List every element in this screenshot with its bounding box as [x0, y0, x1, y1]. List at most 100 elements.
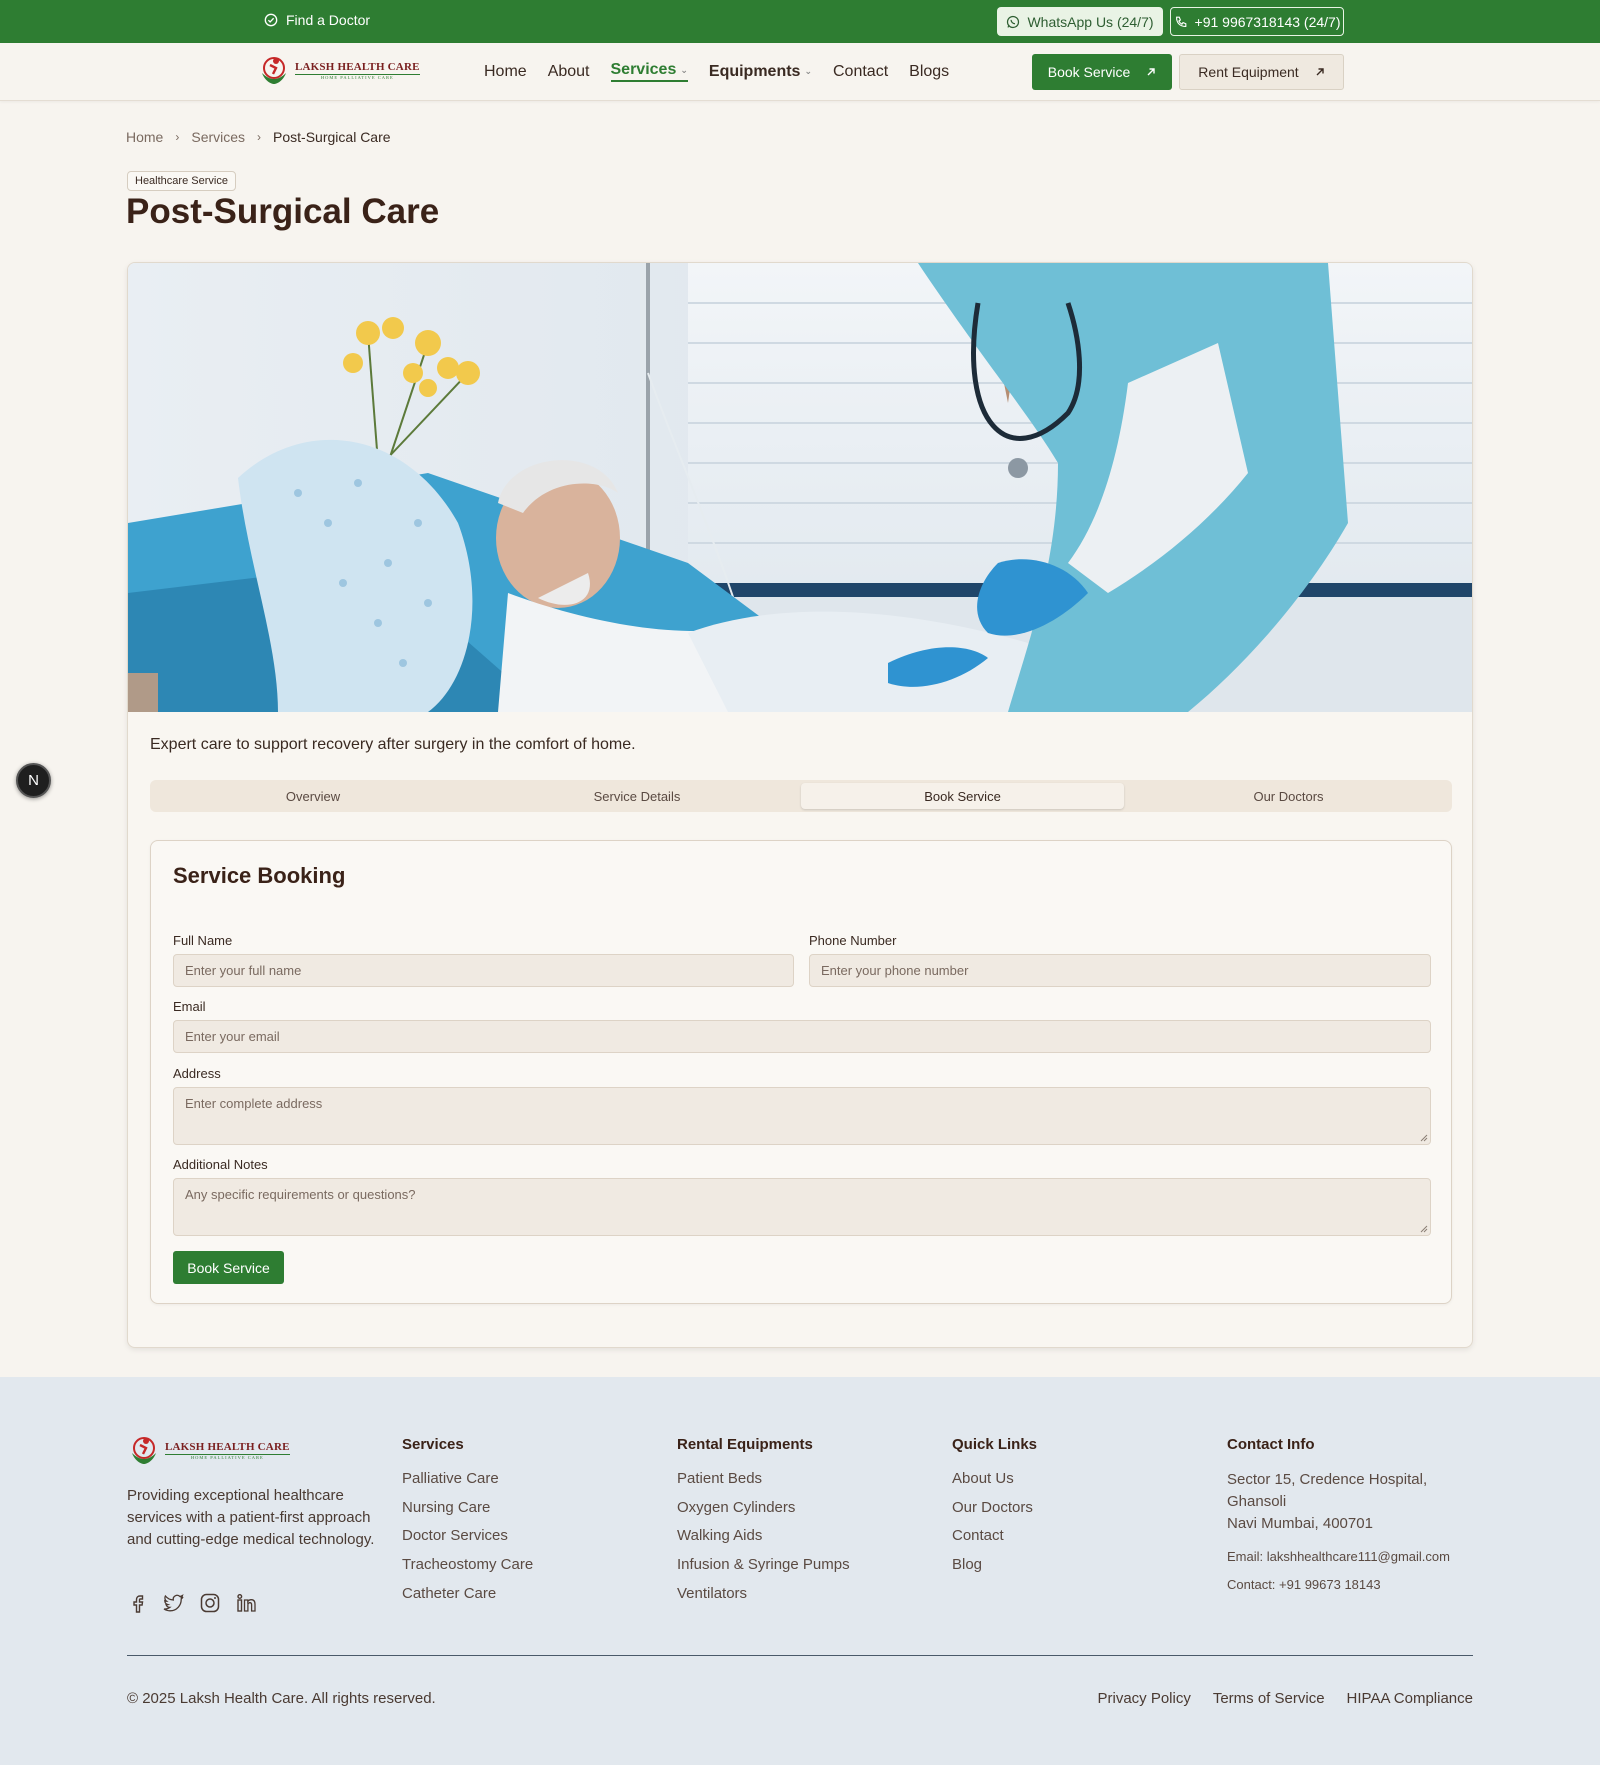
footer-link[interactable]: Oxygen Cylinders	[677, 1499, 850, 1528]
full-name-input[interactable]: Enter your full name	[173, 954, 794, 987]
nav-blogs[interactable]: Blogs	[909, 61, 949, 82]
notes-textarea[interactable]: Any specific requirements or questions?	[173, 1178, 1431, 1236]
hero-illustration	[128, 263, 1472, 712]
footer-divider	[127, 1655, 1473, 1656]
booking-form: Service Booking Full Name Enter your ful…	[150, 840, 1452, 1304]
facebook-icon[interactable]	[127, 1592, 149, 1614]
footer-link[interactable]: Patient Beds	[677, 1470, 850, 1499]
hero-image	[128, 263, 1472, 712]
footer-link[interactable]: Our Doctors	[952, 1499, 1033, 1528]
footer-rental-list: Patient Beds Oxygen Cylinders Walking Ai…	[677, 1470, 850, 1613]
nav-about[interactable]: About	[548, 61, 590, 82]
nav-services[interactable]: Services ⌄	[610, 61, 688, 82]
twitter-icon[interactable]	[163, 1592, 185, 1614]
footer-quick-links-title: Quick Links	[952, 1436, 1038, 1453]
submit-booking-button[interactable]: Book Service	[173, 1251, 284, 1284]
book-service-label: Book Service	[1047, 64, 1131, 80]
full-name-label: Full Name	[173, 933, 233, 948]
service-card: Expert care to support recovery after su…	[127, 262, 1473, 1348]
chevron-down-icon: ⌄	[680, 64, 688, 75]
brand-logo[interactable]: LAKSH HEALTH CARE HOME PALLIATIVE CARE	[257, 53, 420, 87]
footer-link[interactable]: About Us	[952, 1470, 1033, 1499]
footer-link[interactable]: Tracheostomy Care	[402, 1556, 533, 1585]
whatsapp-label: WhatsApp Us (24/7)	[1027, 13, 1154, 30]
check-circle-icon	[264, 13, 278, 27]
resize-handle-icon[interactable]	[1420, 1134, 1428, 1142]
tab-overview[interactable]: Overview	[153, 783, 473, 809]
breadcrumb-current: Post-Surgical Care	[273, 129, 391, 145]
chevron-right-icon: ›	[257, 130, 262, 144]
hipaa-compliance-link[interactable]: HIPAA Compliance	[1347, 1690, 1473, 1707]
service-intro: Expert care to support recovery after su…	[150, 736, 636, 753]
address-line-1: Sector 15, Credence Hospital, Ghansoli	[1227, 1471, 1428, 1510]
rent-equipment-label: Rent Equipment	[1198, 64, 1299, 80]
notes-label: Additional Notes	[173, 1157, 268, 1172]
nav-home[interactable]: Home	[484, 61, 527, 82]
linkedin-icon[interactable]	[235, 1592, 257, 1614]
whatsapp-icon	[1007, 15, 1020, 28]
contact-address: Sector 15, Credence Hospital, Ghansoli N…	[1227, 1469, 1457, 1535]
breadcrumb-home[interactable]: Home	[126, 129, 163, 145]
resize-handle-icon[interactable]	[1420, 1225, 1428, 1233]
brand-tagline: HOME PALLIATIVE CARE	[295, 73, 420, 80]
address-textarea[interactable]: Enter complete address	[173, 1087, 1431, 1145]
breadcrumb: Home › Services › Post-Surgical Care	[126, 129, 391, 145]
footer-link[interactable]: Infusion & Syringe Pumps	[677, 1556, 850, 1585]
footer: LAKSH HEALTH CARE HOME PALLIATIVE CARE P…	[0, 1377, 1600, 1765]
phone-number-input[interactable]: Enter your phone number	[809, 954, 1431, 987]
terms-of-service-link[interactable]: Terms of Service	[1213, 1690, 1325, 1707]
address-placeholder: Enter complete address	[185, 1096, 323, 1111]
whatsapp-button[interactable]: WhatsApp Us (24/7)	[997, 7, 1163, 36]
brand-name: LAKSH HEALTH CARE	[165, 1440, 290, 1453]
footer-link[interactable]: Blog	[952, 1556, 1033, 1585]
phone-button[interactable]: +91 9967318143 (24/7)	[1170, 7, 1344, 36]
tab-book-service[interactable]: Book Service	[801, 783, 1124, 809]
footer-logo[interactable]: LAKSH HEALTH CARE HOME PALLIATIVE CARE	[127, 1433, 290, 1467]
footer-services-list: Palliative Care Nursing Care Doctor Serv…	[402, 1470, 533, 1613]
brand-tagline: HOME PALLIATIVE CARE	[165, 1453, 290, 1460]
address-label: Address	[173, 1066, 221, 1081]
form-title: Service Booking	[173, 863, 346, 888]
logo-mark-icon	[262, 57, 286, 84]
footer-link[interactable]: Nursing Care	[402, 1499, 533, 1528]
footer-rental-title: Rental Equipments	[677, 1436, 813, 1453]
chevron-down-icon: ⌄	[804, 66, 812, 76]
phone-number-label: Phone Number	[809, 933, 897, 948]
service-tabs: Overview Service Details Book Service Ou…	[150, 780, 1452, 812]
legal-links: Privacy Policy Terms of Service HIPAA Co…	[1097, 1690, 1473, 1707]
find-doctor-link[interactable]: Find a Doctor	[264, 12, 370, 28]
instagram-icon[interactable]	[199, 1592, 221, 1614]
nav-equipments[interactable]: Equipments ⌄	[709, 61, 812, 82]
nav-contact[interactable]: Contact	[833, 61, 888, 82]
contact-phone[interactable]: Contact: +91 99673 18143	[1227, 1577, 1381, 1592]
footer-link[interactable]: Doctor Services	[402, 1527, 533, 1556]
nav-services-label: Services	[610, 61, 677, 78]
notes-placeholder: Any specific requirements or questions?	[185, 1187, 416, 1202]
footer-quick-links-list: About Us Our Doctors Contact Blog	[952, 1470, 1033, 1585]
footer-description: Providing exceptional healthcare service…	[127, 1487, 375, 1548]
footer-link[interactable]: Walking Aids	[677, 1527, 850, 1556]
footer-link[interactable]: Catheter Care	[402, 1585, 533, 1614]
find-doctor-label: Find a Doctor	[286, 12, 371, 28]
book-service-button[interactable]: Book Service	[1032, 54, 1172, 90]
service-tag: Healthcare Service	[127, 171, 236, 191]
nav-links: Home About Services ⌄ Equipments ⌄ Contact…	[484, 61, 949, 82]
email-input[interactable]: Enter your email	[173, 1020, 1431, 1053]
page-title: Post-Surgical Care	[126, 192, 440, 231]
copyright: © 2025 Laksh Health Care. All rights res…	[127, 1690, 436, 1707]
arrow-up-right-icon	[1147, 68, 1155, 76]
footer-link[interactable]: Contact	[952, 1527, 1033, 1556]
tab-our-doctors[interactable]: Our Doctors	[1128, 783, 1449, 809]
rent-equipment-button[interactable]: Rent Equipment	[1179, 54, 1344, 90]
phone-label: +91 9967318143 (24/7)	[1194, 13, 1341, 30]
footer-link[interactable]: Palliative Care	[402, 1470, 533, 1499]
privacy-policy-link[interactable]: Privacy Policy	[1097, 1690, 1190, 1707]
phone-icon	[1175, 16, 1186, 27]
breadcrumb-services[interactable]: Services	[191, 129, 245, 145]
floating-badge[interactable]: N	[16, 763, 51, 798]
tab-service-details[interactable]: Service Details	[477, 783, 797, 809]
main-nav: LAKSH HEALTH CARE HOME PALLIATIVE CARE H…	[0, 43, 1600, 101]
footer-contact-title: Contact Info	[1227, 1436, 1315, 1453]
footer-link[interactable]: Ventilators	[677, 1585, 850, 1614]
contact-email[interactable]: Email: lakshhealthcare111@gmail.com	[1227, 1549, 1450, 1564]
